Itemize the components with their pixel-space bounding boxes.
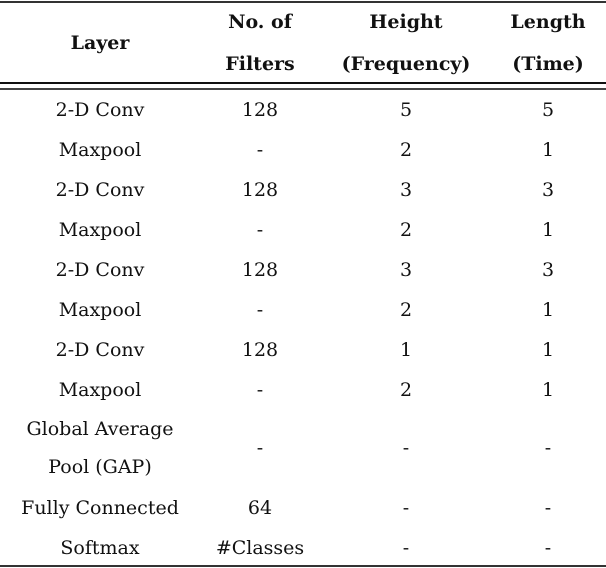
length-cell: 3 (541, 179, 555, 201)
filters-cell: 128 (241, 179, 279, 201)
header-length-line1: Length (510, 11, 586, 33)
layer-cell: Fully Connected (21, 497, 179, 519)
header-height-line2: (Frequency) (341, 53, 471, 75)
header-layer: Layer (70, 32, 130, 54)
layer-cell: Maxpool (58, 219, 142, 241)
filters-cell: - (256, 139, 264, 161)
height-cell: 2 (399, 299, 413, 321)
height-cell: 2 (399, 379, 413, 401)
length-cell: 1 (541, 219, 555, 241)
height-cell: - (402, 537, 410, 559)
length-cell: - (544, 537, 552, 559)
length-cell: - (544, 497, 552, 519)
length-cell: - (544, 437, 552, 459)
layer-cell: 2-D Conv (55, 339, 145, 361)
height-cell: 2 (399, 139, 413, 161)
filters-cell: 128 (241, 339, 279, 361)
filters-cell: - (256, 437, 264, 459)
layer-cell: 2-D Conv (55, 179, 145, 201)
filters-cell: - (256, 219, 264, 241)
layer-cell: Maxpool (58, 379, 142, 401)
layer-cell: 2-D Conv (55, 99, 145, 121)
top-rule (0, 1, 606, 3)
layer-cell: Global Average (26, 418, 174, 440)
layer-cell: Maxpool (58, 139, 142, 161)
header-filters-line1: No. of (228, 11, 292, 33)
height-cell: 2 (399, 219, 413, 241)
filters-cell: 128 (241, 259, 279, 281)
bottom-rule (0, 565, 606, 567)
height-cell: 3 (399, 259, 413, 281)
filters-cell: - (256, 299, 264, 321)
header-rule-1 (0, 82, 606, 84)
filters-cell: #Classes (215, 537, 305, 559)
length-cell: 5 (541, 99, 555, 121)
length-cell: 1 (541, 299, 555, 321)
filters-cell: 128 (241, 99, 279, 121)
layer-cell: 2-D Conv (55, 259, 145, 281)
header-filters-line2: Filters (225, 53, 295, 75)
gap-layer-line2: Pool (GAP) (48, 456, 152, 478)
height-cell: - (402, 497, 410, 519)
layer-cell: Maxpool (58, 299, 142, 321)
filters-cell: - (256, 379, 264, 401)
layer-cell: Softmax (60, 537, 140, 559)
header-height-line1: Height (369, 11, 443, 33)
height-cell: - (402, 437, 410, 459)
length-cell: 1 (541, 379, 555, 401)
filters-cell: 64 (247, 497, 273, 519)
height-cell: 1 (399, 339, 413, 361)
height-cell: 3 (399, 179, 413, 201)
header-rule-2 (0, 88, 606, 90)
length-cell: 1 (541, 139, 555, 161)
length-cell: 1 (541, 339, 555, 361)
length-cell: 3 (541, 259, 555, 281)
height-cell: 5 (399, 99, 413, 121)
header-length-line2: (Time) (512, 53, 584, 75)
